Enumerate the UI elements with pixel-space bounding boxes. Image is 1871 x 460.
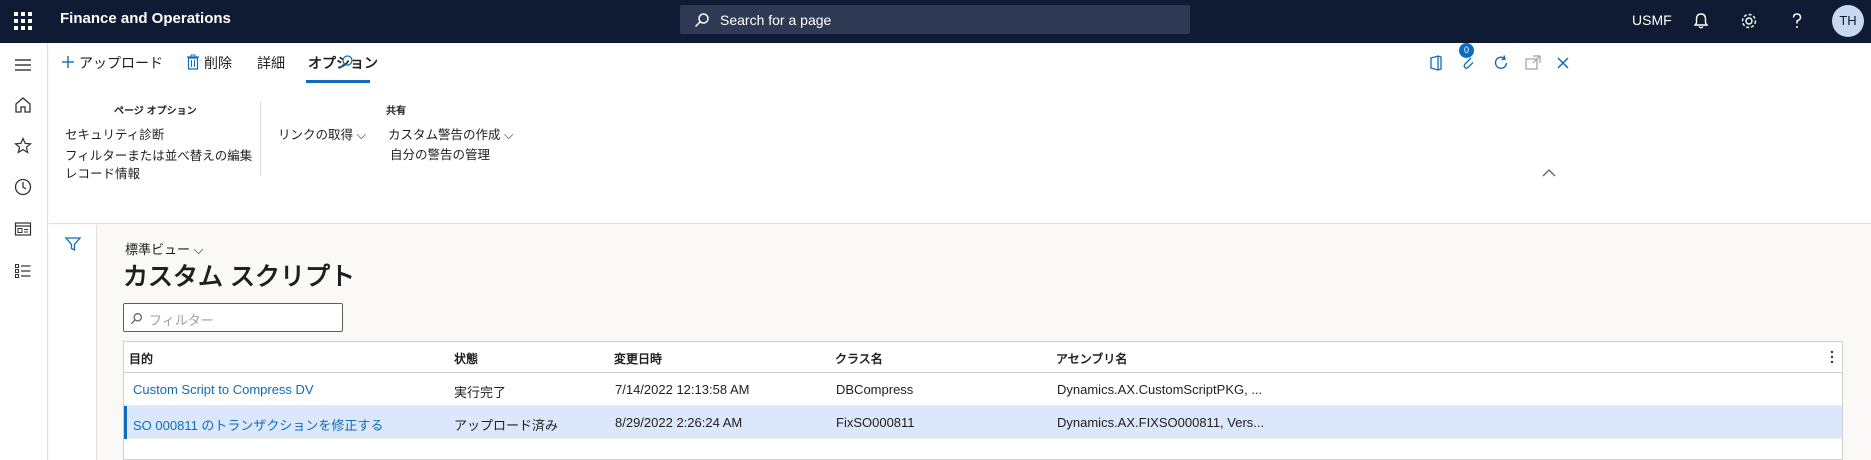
table-row-selected[interactable]: SO 000811 のトランザクションを修正する アップロード済み 8/29/2… <box>124 406 1842 439</box>
modules-list-icon[interactable] <box>13 261 33 281</box>
page-title: カスタム スクリプト <box>123 263 355 291</box>
column-header-assembly-name[interactable]: アセンブリ名 <box>1056 350 1127 367</box>
get-link-dropdown[interactable]: リンクの取得 ⌵ <box>278 124 366 143</box>
table-row[interactable]: Custom Script to Compress DV 実行完了 7/14/2… <box>124 373 1842 406</box>
cell-status: アップロード済み <box>454 418 559 433</box>
cell-class-name: FixSO000811 <box>836 415 915 430</box>
filter-pane <box>49 225 97 460</box>
home-icon[interactable] <box>13 95 33 115</box>
record-info-button[interactable]: レコード情報 <box>65 163 140 182</box>
top-bar: Finance and Operations Search for a page… <box>0 0 1871 43</box>
create-alert-label: カスタム警告の作成 <box>388 128 501 142</box>
filter-input[interactable]: フィルター <box>123 303 343 332</box>
group-title-page-options: ページ オプション <box>114 106 197 117</box>
hamburger-icon[interactable] <box>13 55 33 75</box>
column-header-modified[interactable]: 変更日時 <box>614 350 662 367</box>
search-icon[interactable] <box>338 54 354 70</box>
recent-clock-icon[interactable] <box>13 177 33 197</box>
action-pane: アップロード 削除 詳細 オプション ページ オプション セキュリティ診断 フィ… <box>49 43 1871 224</box>
active-tab-indicator <box>306 80 370 83</box>
security-diagnostics-button[interactable]: セキュリティ診断 <box>65 124 164 143</box>
details-tab[interactable]: 詳細 <box>257 53 285 73</box>
cell-assembly-name: Dynamics.AX.FIXSO000811, Vers... <box>1057 415 1265 430</box>
workspaces-icon[interactable] <box>13 219 33 239</box>
chevron-down-icon: ⌵ <box>504 128 514 142</box>
delete-button[interactable]: 削除 <box>204 53 232 73</box>
app-title[interactable]: Finance and Operations <box>60 10 231 27</box>
upload-button[interactable]: アップロード <box>79 53 163 73</box>
view-selector-label: 標準ビュー <box>125 242 191 257</box>
plus-icon[interactable] <box>61 55 75 69</box>
cell-status: 実行完了 <box>454 385 507 400</box>
office-icon[interactable] <box>1426 53 1446 73</box>
more-vertical-icon[interactable] <box>1830 350 1834 364</box>
cell-purpose[interactable]: Custom Script to Compress DV <box>133 382 314 397</box>
manage-my-alerts-button[interactable]: 自分の警告の管理 <box>390 144 490 163</box>
search-placeholder: Search for a page <box>720 12 832 28</box>
group-title-share: 共有 <box>386 106 406 117</box>
chevron-down-icon: ⌵ <box>356 128 366 142</box>
grid-header: 目的 状態 変更日時 クラス名 アセンブリ名 <box>124 342 1842 373</box>
chevron-down-icon: ⌵ <box>193 242 204 257</box>
trash-icon[interactable] <box>186 54 200 70</box>
collapse-chevron-up-icon[interactable] <box>1541 168 1557 178</box>
view-selector[interactable]: 標準ビュー ⌵ <box>125 239 204 258</box>
cell-purpose[interactable]: SO 000811 のトランザクションを修正する <box>133 415 383 434</box>
avatar[interactable]: TH <box>1832 5 1864 37</box>
cell-class-name: DBCompress <box>836 382 914 397</box>
search-icon <box>130 313 142 325</box>
app-launcher-icon[interactable] <box>14 12 32 30</box>
edit-filter-sort-button[interactable]: フィルターまたは並べ替えの編集 <box>65 145 252 164</box>
group-divider <box>260 102 261 176</box>
help-icon[interactable] <box>1786 10 1808 32</box>
close-icon[interactable] <box>1553 53 1573 73</box>
cell-modified: 7/14/2022 12:13:58 AM <box>615 382 750 397</box>
gear-icon[interactable] <box>1738 10 1760 32</box>
filter-funnel-icon[interactable] <box>64 235 82 253</box>
cell-assembly-name: Dynamics.AX.CustomScriptPKG, ... <box>1057 382 1263 397</box>
search-icon <box>694 13 709 28</box>
attachment-count-badge: 0 <box>1459 43 1474 58</box>
refresh-icon[interactable] <box>1491 53 1511 73</box>
column-header-class-name[interactable]: クラス名 <box>835 350 883 367</box>
filter-placeholder: フィルター <box>149 313 214 328</box>
create-custom-alert-dropdown[interactable]: カスタム警告の作成 ⌵ <box>388 124 513 143</box>
column-header-status[interactable]: 状態 <box>454 350 478 367</box>
favorites-star-icon[interactable] <box>13 136 33 156</box>
open-new-window-icon[interactable] <box>1523 53 1543 73</box>
company-selector[interactable]: USMF <box>1632 12 1672 28</box>
search-input[interactable]: Search for a page <box>680 5 1190 34</box>
data-grid: 目的 状態 変更日時 クラス名 アセンブリ名 Custom Script to … <box>123 341 1843 460</box>
column-header-purpose[interactable]: 目的 <box>129 350 153 367</box>
selection-indicator <box>124 406 127 439</box>
left-navigation <box>0 43 48 460</box>
get-link-label: リンクの取得 <box>278 128 354 142</box>
cell-modified: 8/29/2022 2:26:24 AM <box>615 415 743 430</box>
bell-icon[interactable] <box>1690 10 1712 32</box>
